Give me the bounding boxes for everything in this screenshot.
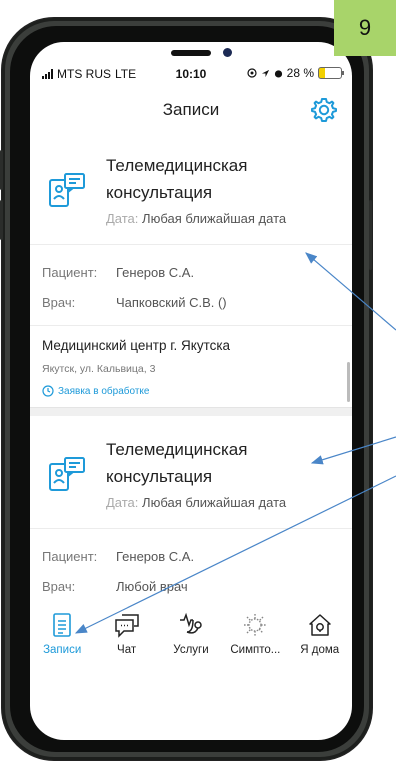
status-right: 28 % (247, 66, 344, 80)
virus-icon (244, 614, 267, 636)
arrow-icon (261, 69, 269, 77)
patient-label: Пациент: (42, 548, 98, 564)
appointment-card[interactable]: Телемедицинская консультация Дата: Любая… (30, 132, 352, 408)
speaker-notch (171, 50, 211, 56)
tab-symptoms[interactable]: Симпто... (224, 612, 286, 672)
title-line: Телемедицинская (106, 440, 248, 459)
card-people: Пациент: Генеров С.А. Врач: Чапковский С… (30, 245, 352, 326)
appointments-list[interactable]: Телемедицинская консультация Дата: Любая… (30, 132, 352, 660)
patient-value: Генеров С.А. (116, 548, 195, 564)
volume-button (0, 150, 3, 190)
request-status: Заявка в обработке (42, 385, 340, 397)
tab-chat[interactable]: Чат (96, 612, 158, 672)
appointment-date: Дата: Любая ближайшая дата (106, 495, 286, 510)
card-header: Телемедицинская консультация Дата: Любая… (30, 132, 352, 245)
alarm-icon (274, 69, 282, 78)
clinic-address: Якутск, ул. Кальвица, 3 (42, 363, 156, 375)
patient-row: Пациент: Генеров С.А. (30, 257, 352, 287)
appointment-title: Телемедицинская консультация (106, 152, 336, 206)
date-value: Любая ближайшая дата (142, 211, 287, 226)
telemedicine-icon (49, 457, 85, 491)
front-camera (223, 48, 232, 57)
home-icon (309, 614, 331, 636)
date-value: Любая ближайшая дата (142, 495, 287, 510)
battery-percent: 28 % (286, 66, 314, 80)
card-header: Телемедицинская консультация Дата: Любая… (30, 416, 352, 529)
tab-services[interactable]: Услуги (160, 612, 222, 672)
gear-icon[interactable] (310, 96, 338, 124)
doctor-row: Врач: Любой врач (30, 571, 352, 601)
doctor-label: Врач: (42, 294, 76, 310)
tab-label: Записи (43, 644, 82, 656)
page-title: Записи (162, 100, 220, 119)
phone-screen: MTS RUS LTE 10:10 28 % Записи Телемедици… (30, 42, 352, 740)
volume-button (0, 200, 3, 240)
telemedicine-icon (49, 173, 85, 207)
patient-value: Генеров С.А. (116, 264, 195, 280)
doctor-label: Врач: (42, 578, 76, 594)
title-line: консультация (106, 467, 213, 486)
tab-label: Услуги (173, 644, 209, 656)
appointment-title: Телемедицинская консультация (106, 436, 336, 490)
records-icon (53, 613, 71, 637)
location-icon (247, 68, 257, 78)
tab-records[interactable]: Записи (31, 612, 93, 672)
nav-bar: Записи (30, 90, 352, 130)
tab-label: Я дома (300, 644, 340, 656)
clinic-name: Медицинский центр г. Якутска (42, 338, 231, 353)
date-label: Дата: (106, 495, 139, 510)
status-text: Заявка в обработке (58, 385, 150, 397)
patient-label: Пациент: (42, 264, 98, 280)
scrollbar[interactable] (347, 362, 350, 402)
appointment-card[interactable]: Телемедицинская консультация Дата: Любая… (30, 416, 352, 611)
doctor-row: Врач: Чапковский С.В. () (30, 287, 352, 317)
tab-label: Симпто... (230, 644, 281, 656)
card-clinic: Медицинский центр г. Якутска Якутск, ул.… (30, 326, 352, 407)
tab-home[interactable]: Я дома (289, 612, 351, 672)
date-label: Дата: (106, 211, 139, 226)
tab-label: Чат (117, 644, 137, 656)
doctor-value: Любой врач (116, 578, 188, 594)
power-button (369, 200, 372, 270)
tab-bar: Записи Чат Услуги Симпто... Я дома (30, 608, 352, 672)
status-bar: MTS RUS LTE 10:10 28 % (30, 64, 352, 86)
card-people: Пациент: Генеров С.А. Врач: Любой врач (30, 529, 352, 610)
title-line: консультация (106, 183, 213, 202)
patient-row: Пациент: Генеров С.А. (30, 541, 352, 571)
battery-icon (318, 67, 344, 79)
doctor-value: Чапковский С.В. () (116, 294, 227, 310)
appointment-date: Дата: Любая ближайшая дата (106, 211, 286, 226)
clock-icon (42, 385, 54, 397)
title-line: Телемедицинская (106, 156, 248, 175)
stethoscope-icon (179, 612, 202, 634)
page-number-badge: 9 (334, 0, 396, 56)
chat-icon (114, 614, 139, 638)
